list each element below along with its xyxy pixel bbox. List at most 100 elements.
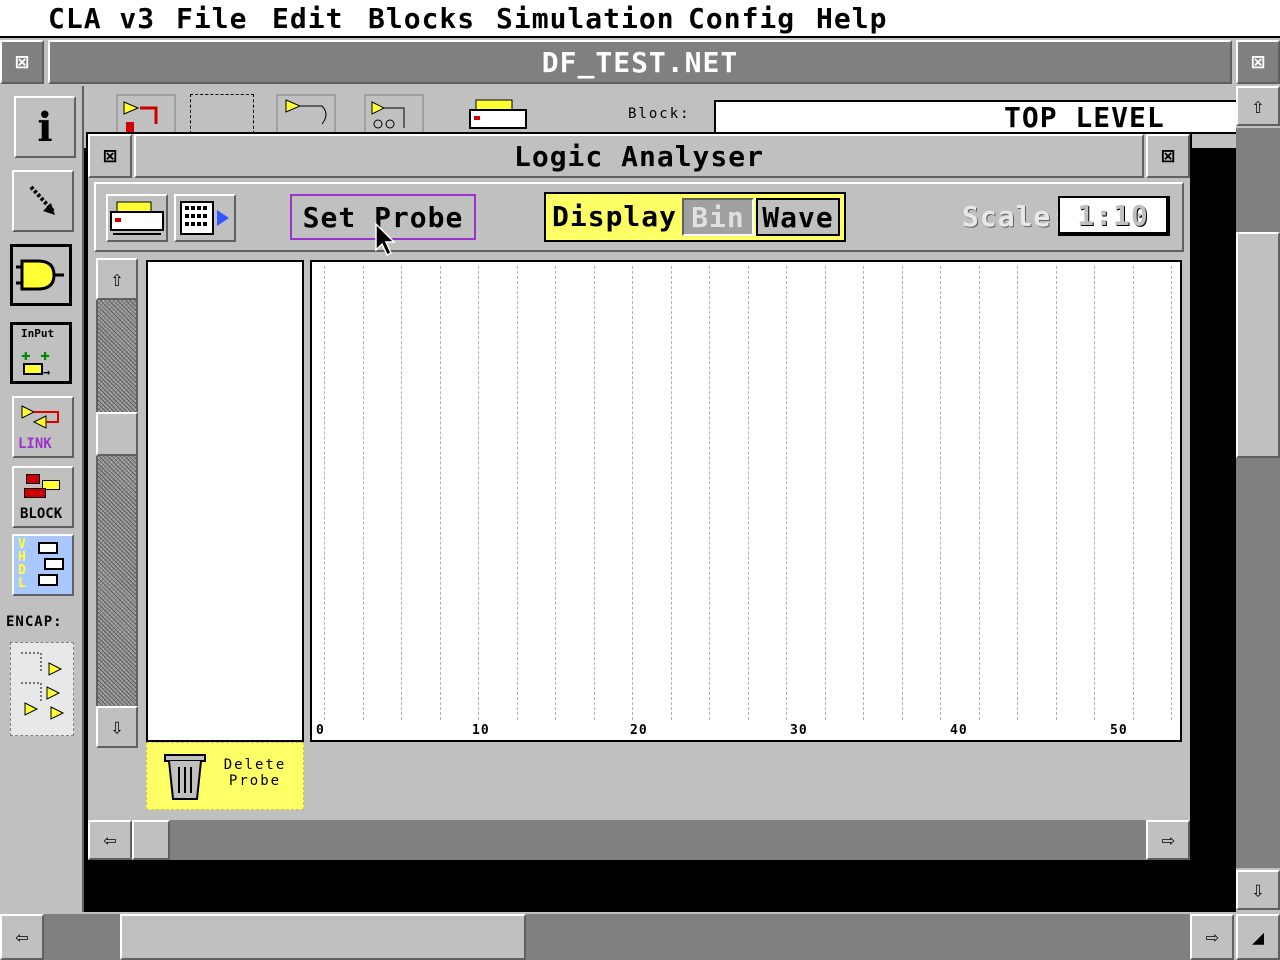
grid-line	[632, 266, 633, 720]
netlist-icon[interactable]	[116, 94, 176, 134]
grid-line	[786, 266, 787, 720]
grid-line	[401, 266, 402, 720]
wave-label: Wave	[762, 200, 834, 234]
probe-scroll-track[interactable]	[96, 300, 138, 706]
scale-field[interactable]: 1:10	[1058, 196, 1170, 236]
scroll-left-icon[interactable]: ⇦	[0, 914, 44, 960]
flow-box-icon	[38, 542, 58, 554]
scale-label: Scale:	[962, 200, 1070, 233]
trash-icon	[164, 754, 206, 800]
waveform-area[interactable]: 0 10 20 30 40 50	[310, 260, 1182, 742]
menu-edit[interactable]: Edit	[272, 2, 343, 36]
delete-label-line1: Delete	[223, 757, 287, 773]
grid-line	[824, 266, 826, 720]
axis-tick: 10	[472, 723, 490, 738]
app-menu[interactable]: CLA v3	[48, 2, 155, 36]
analyser-toolbar: Set Probe Display: Bin Wave Scale: 1:10	[94, 182, 1184, 252]
analyser-title: Logic Analyser	[513, 139, 764, 173]
gate-tool-icon[interactable]	[10, 244, 72, 306]
scroll-up-icon[interactable]: ⇧	[1236, 86, 1280, 126]
encap-area[interactable]	[10, 642, 74, 736]
vhdl-tool-icon[interactable]: VHDL	[12, 534, 74, 596]
scroll-up-icon[interactable]: ⇧	[96, 258, 138, 300]
input-tool-icon[interactable]: InPut ✚ ✚ →	[10, 322, 72, 384]
scroll-left-icon[interactable]: ⇦	[88, 820, 132, 860]
display-bin-option[interactable]: Bin	[682, 198, 754, 236]
grid-line	[324, 266, 325, 720]
axis-tick: 40	[950, 723, 968, 738]
waveform-grid	[312, 262, 1180, 740]
display-wave-option[interactable]: Wave	[756, 198, 840, 236]
scroll-down-icon[interactable]: ⇩	[96, 706, 138, 748]
grid-line	[1017, 266, 1018, 720]
block-label: Block:	[628, 106, 691, 122]
encap-label: ENCAP:	[6, 614, 63, 630]
probe-list[interactable]	[146, 260, 304, 742]
menu-blocks[interactable]: Blocks	[368, 2, 475, 36]
logic-analyser-window: ⊠ Logic Analyser ⊠ Set Probe Display: Bi…	[86, 132, 1192, 862]
bin-label: Bin	[691, 200, 745, 234]
link-tool-label: LINK	[18, 436, 52, 452]
scroll-right-icon[interactable]: ⇨	[1190, 914, 1234, 960]
grid-line	[362, 266, 364, 720]
grid-line	[1094, 266, 1095, 720]
tool-palette: i InPut ✚ ✚ → LINK BLOCK VHDL ENCAP:	[0, 86, 84, 912]
grid-line	[555, 266, 556, 720]
scissors-icon[interactable]	[364, 94, 424, 134]
block-name-field[interactable]: TOP LEVEL	[714, 100, 1236, 134]
df-icon[interactable]	[276, 94, 336, 134]
grid-line	[593, 266, 595, 720]
grid-line	[439, 266, 441, 720]
export-icon[interactable]	[174, 194, 236, 242]
menu-file[interactable]: File	[176, 2, 247, 36]
print-icon[interactable]	[106, 194, 168, 242]
main-horizontal-scrollbar[interactable]: ⇦ ⇨ ◢	[0, 914, 1280, 960]
axis-tick: 50	[1110, 723, 1128, 738]
analyser-h-scroll-track[interactable]	[132, 820, 1146, 860]
analyser-title-bar[interactable]: Logic Analyser	[134, 134, 1144, 178]
scroll-thumb[interactable]	[1236, 232, 1280, 458]
menu-config[interactable]: Config	[688, 2, 795, 36]
grid-line	[670, 266, 672, 720]
grid-line	[516, 266, 518, 720]
link-tool-icon[interactable]: LINK	[12, 396, 74, 458]
brick-icon	[24, 488, 46, 498]
axis-tick: 20	[630, 723, 648, 738]
fullscreen-icon[interactable]: ⊠	[1236, 40, 1280, 84]
block-tool-icon[interactable]: BLOCK	[12, 466, 74, 528]
axis-tick: 0	[316, 723, 325, 738]
vhdl-tool-label: VHDL	[18, 537, 26, 591]
probe-scroll-thumb[interactable]	[96, 412, 138, 456]
flow-box-icon	[38, 574, 58, 586]
close-icon[interactable]: ⊠	[88, 134, 132, 178]
brick-icon	[26, 474, 40, 484]
block-tool-label: BLOCK	[20, 506, 63, 522]
fullscreen-icon[interactable]: ⊠	[1146, 134, 1190, 178]
display-selector: Display: Bin Wave	[544, 192, 846, 242]
scale-value: 1:10	[1077, 198, 1149, 232]
menu-help[interactable]: Help	[816, 2, 887, 36]
delete-probe-button[interactable]: Delete Probe	[146, 742, 304, 810]
input-tool-label: InPut	[21, 327, 55, 340]
delete-label-line2: Probe	[228, 773, 282, 789]
menu-simulation[interactable]: Simulation	[496, 2, 675, 36]
resize-icon[interactable]: ◢	[1236, 914, 1280, 960]
main-vertical-scrollbar[interactable]: ⇧ ⇩	[1236, 86, 1280, 912]
close-icon[interactable]: ⊠	[0, 40, 44, 84]
printer-icon[interactable]	[468, 96, 528, 134]
analyser-h-scroll-thumb[interactable]	[132, 820, 170, 860]
info-icon[interactable]: i	[14, 96, 76, 158]
grid-line	[709, 266, 710, 720]
scroll-right-icon[interactable]: ⇨	[1146, 820, 1190, 860]
encap-select-icon[interactable]	[190, 94, 254, 134]
menu-bar: CLA v3 File Edit Blocks Simulation Confi…	[0, 0, 1280, 38]
grid-line	[1171, 266, 1172, 720]
grid-line	[863, 266, 864, 720]
select-arrow-icon[interactable]	[12, 170, 74, 232]
plus-icon: ✚ ✚	[21, 345, 50, 364]
scroll-down-icon[interactable]: ⇩	[1236, 870, 1280, 910]
block-name-value: TOP LEVEL	[1004, 101, 1165, 134]
scroll-thumb[interactable]	[120, 914, 526, 960]
main-title-bar[interactable]: DF_TEST.NET	[48, 40, 1232, 84]
input-port-icon	[23, 363, 43, 375]
